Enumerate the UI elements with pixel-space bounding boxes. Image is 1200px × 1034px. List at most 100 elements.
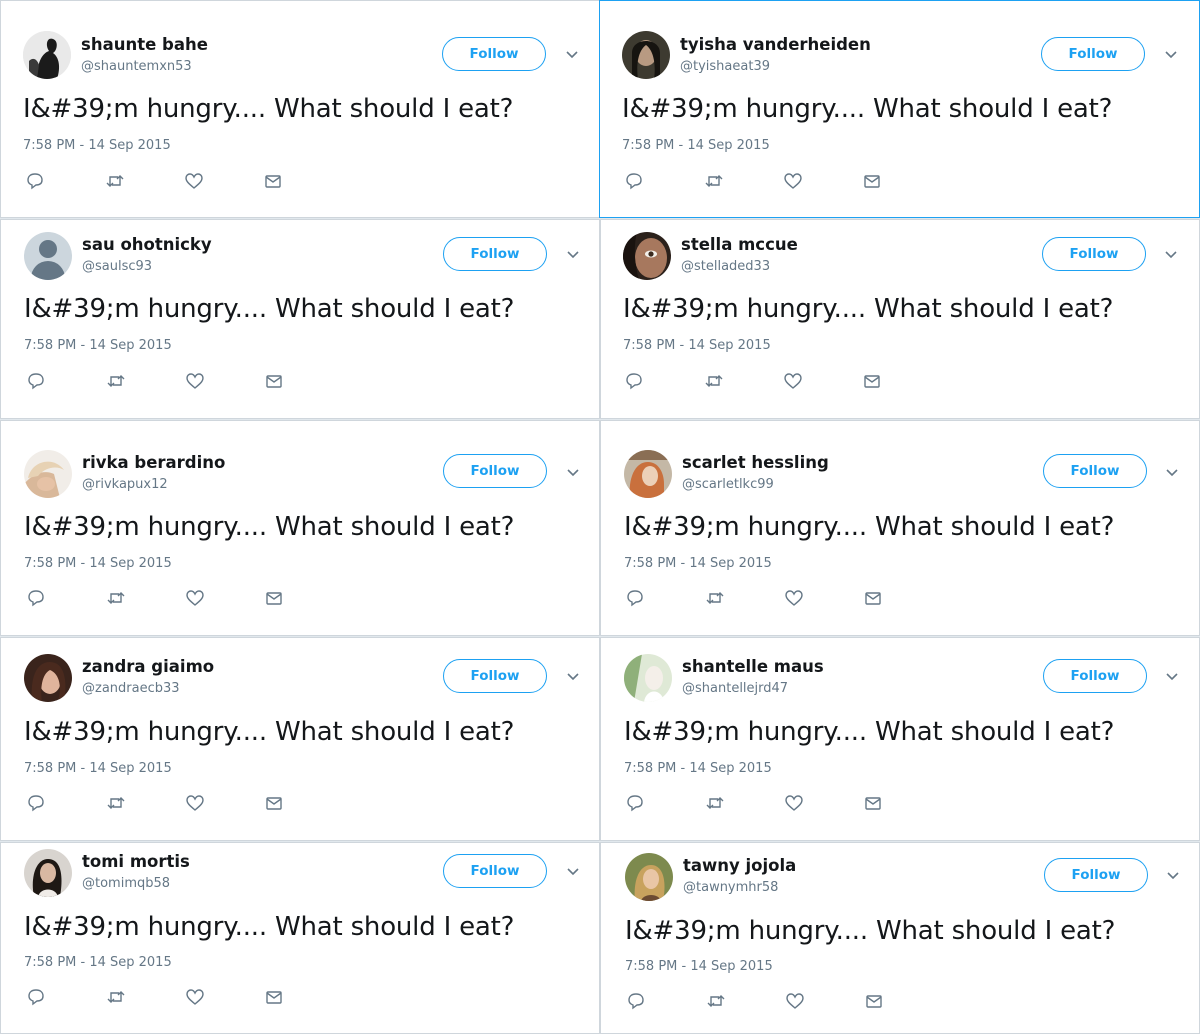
retweet-icon[interactable] [706,992,726,1010]
user-handle[interactable]: @tyishaeat39 [680,59,770,74]
avatar[interactable] [624,654,672,702]
message-icon[interactable] [863,794,883,812]
tweet-timestamp[interactable]: 7:58 PM - 14 Sep 2015 [625,959,773,974]
message-icon[interactable] [862,172,882,190]
like-icon[interactable] [785,992,805,1010]
display-name[interactable]: stella mccue [681,235,798,254]
display-name[interactable]: sau ohotnicky [82,235,212,254]
message-icon[interactable] [264,794,284,812]
retweet-icon[interactable] [105,172,125,190]
chevron-down-icon[interactable] [1163,464,1181,482]
follow-button[interactable]: Follow [1041,37,1145,71]
user-handle[interactable]: @tawnymhr58 [683,880,778,895]
message-icon[interactable] [264,988,284,1006]
retweet-icon[interactable] [106,372,126,390]
retweet-icon[interactable] [705,794,725,812]
chevron-down-icon[interactable] [564,246,582,264]
chevron-down-icon[interactable] [1163,668,1181,686]
reply-icon[interactable] [626,992,646,1010]
avatar[interactable] [623,232,671,280]
follow-button[interactable]: Follow [443,854,547,888]
chevron-down-icon[interactable] [1164,867,1182,885]
like-icon[interactable] [783,172,803,190]
message-icon[interactable] [263,172,283,190]
reply-icon[interactable] [624,172,644,190]
like-icon[interactable] [185,988,205,1006]
tweet-timestamp[interactable]: 7:58 PM - 14 Sep 2015 [24,338,172,353]
display-name[interactable]: zandra giaimo [82,657,214,676]
reply-icon[interactable] [26,589,46,607]
like-icon[interactable] [783,372,803,390]
user-handle[interactable]: @zandraecb33 [82,681,180,696]
tweet-timestamp[interactable]: 7:58 PM - 14 Sep 2015 [24,955,172,970]
chevron-down-icon[interactable] [1162,246,1180,264]
display-name[interactable]: scarlet hessling [682,453,829,472]
avatar[interactable] [24,450,72,498]
like-icon[interactable] [185,589,205,607]
message-icon[interactable] [264,589,284,607]
avatar[interactable] [622,31,670,79]
tweet-timestamp[interactable]: 7:58 PM - 14 Sep 2015 [624,556,772,571]
retweet-icon[interactable] [704,372,724,390]
reply-icon[interactable] [26,988,46,1006]
tweet-timestamp[interactable]: 7:58 PM - 14 Sep 2015 [23,138,171,153]
user-handle[interactable]: @shantellejrd47 [682,681,788,696]
display-name[interactable]: shaunte bahe [81,35,208,54]
reply-icon[interactable] [625,794,645,812]
reply-icon[interactable] [624,372,644,390]
user-handle[interactable]: @scarletlkc99 [682,477,774,492]
follow-button[interactable]: Follow [1042,237,1146,271]
user-handle[interactable]: @tomimqb58 [82,876,170,891]
chevron-down-icon[interactable] [1162,46,1180,64]
like-icon[interactable] [784,794,804,812]
follow-button[interactable]: Follow [1043,454,1147,488]
avatar[interactable] [624,450,672,498]
user-handle[interactable]: @rivkapux12 [82,477,168,492]
retweet-icon[interactable] [106,589,126,607]
retweet-icon[interactable] [106,794,126,812]
avatar[interactable] [23,31,71,79]
avatar[interactable] [24,654,72,702]
display-name[interactable]: tawny jojola [683,856,796,875]
follow-button[interactable]: Follow [442,37,546,71]
message-icon[interactable] [864,992,884,1010]
follow-button[interactable]: Follow [1044,858,1148,892]
reply-icon[interactable] [26,794,46,812]
follow-button[interactable]: Follow [443,659,547,693]
display-name[interactable]: rivka berardino [82,453,225,472]
display-name[interactable]: tomi mortis [82,852,190,871]
tweet-timestamp[interactable]: 7:58 PM - 14 Sep 2015 [624,761,772,776]
user-handle[interactable]: @saulsc93 [82,259,152,274]
like-icon[interactable] [784,589,804,607]
like-icon[interactable] [184,172,204,190]
tweet-timestamp[interactable]: 7:58 PM - 14 Sep 2015 [622,138,770,153]
chevron-down-icon[interactable] [563,46,581,64]
follow-button[interactable]: Follow [1043,659,1147,693]
retweet-icon[interactable] [106,988,126,1006]
chevron-down-icon[interactable] [564,863,582,881]
reply-icon[interactable] [25,172,45,190]
chevron-down-icon[interactable] [564,464,582,482]
tweet-timestamp[interactable]: 7:58 PM - 14 Sep 2015 [24,556,172,571]
avatar[interactable] [625,853,673,901]
display-name[interactable]: tyisha vanderheiden [680,35,871,54]
user-handle[interactable]: @shauntemxn53 [81,59,192,74]
reply-icon[interactable] [26,372,46,390]
reply-icon[interactable] [625,589,645,607]
display-name[interactable]: shantelle maus [682,657,824,676]
follow-button[interactable]: Follow [443,237,547,271]
like-icon[interactable] [185,794,205,812]
message-icon[interactable] [862,372,882,390]
chevron-down-icon[interactable] [564,668,582,686]
retweet-icon[interactable] [705,589,725,607]
like-icon[interactable] [185,372,205,390]
tweet-timestamp[interactable]: 7:58 PM - 14 Sep 2015 [623,338,771,353]
avatar[interactable] [24,849,72,897]
message-icon[interactable] [264,372,284,390]
message-icon[interactable] [863,589,883,607]
follow-button[interactable]: Follow [443,454,547,488]
tweet-timestamp[interactable]: 7:58 PM - 14 Sep 2015 [24,761,172,776]
retweet-icon[interactable] [704,172,724,190]
user-handle[interactable]: @stelladed33 [681,259,770,274]
avatar[interactable] [24,232,72,280]
